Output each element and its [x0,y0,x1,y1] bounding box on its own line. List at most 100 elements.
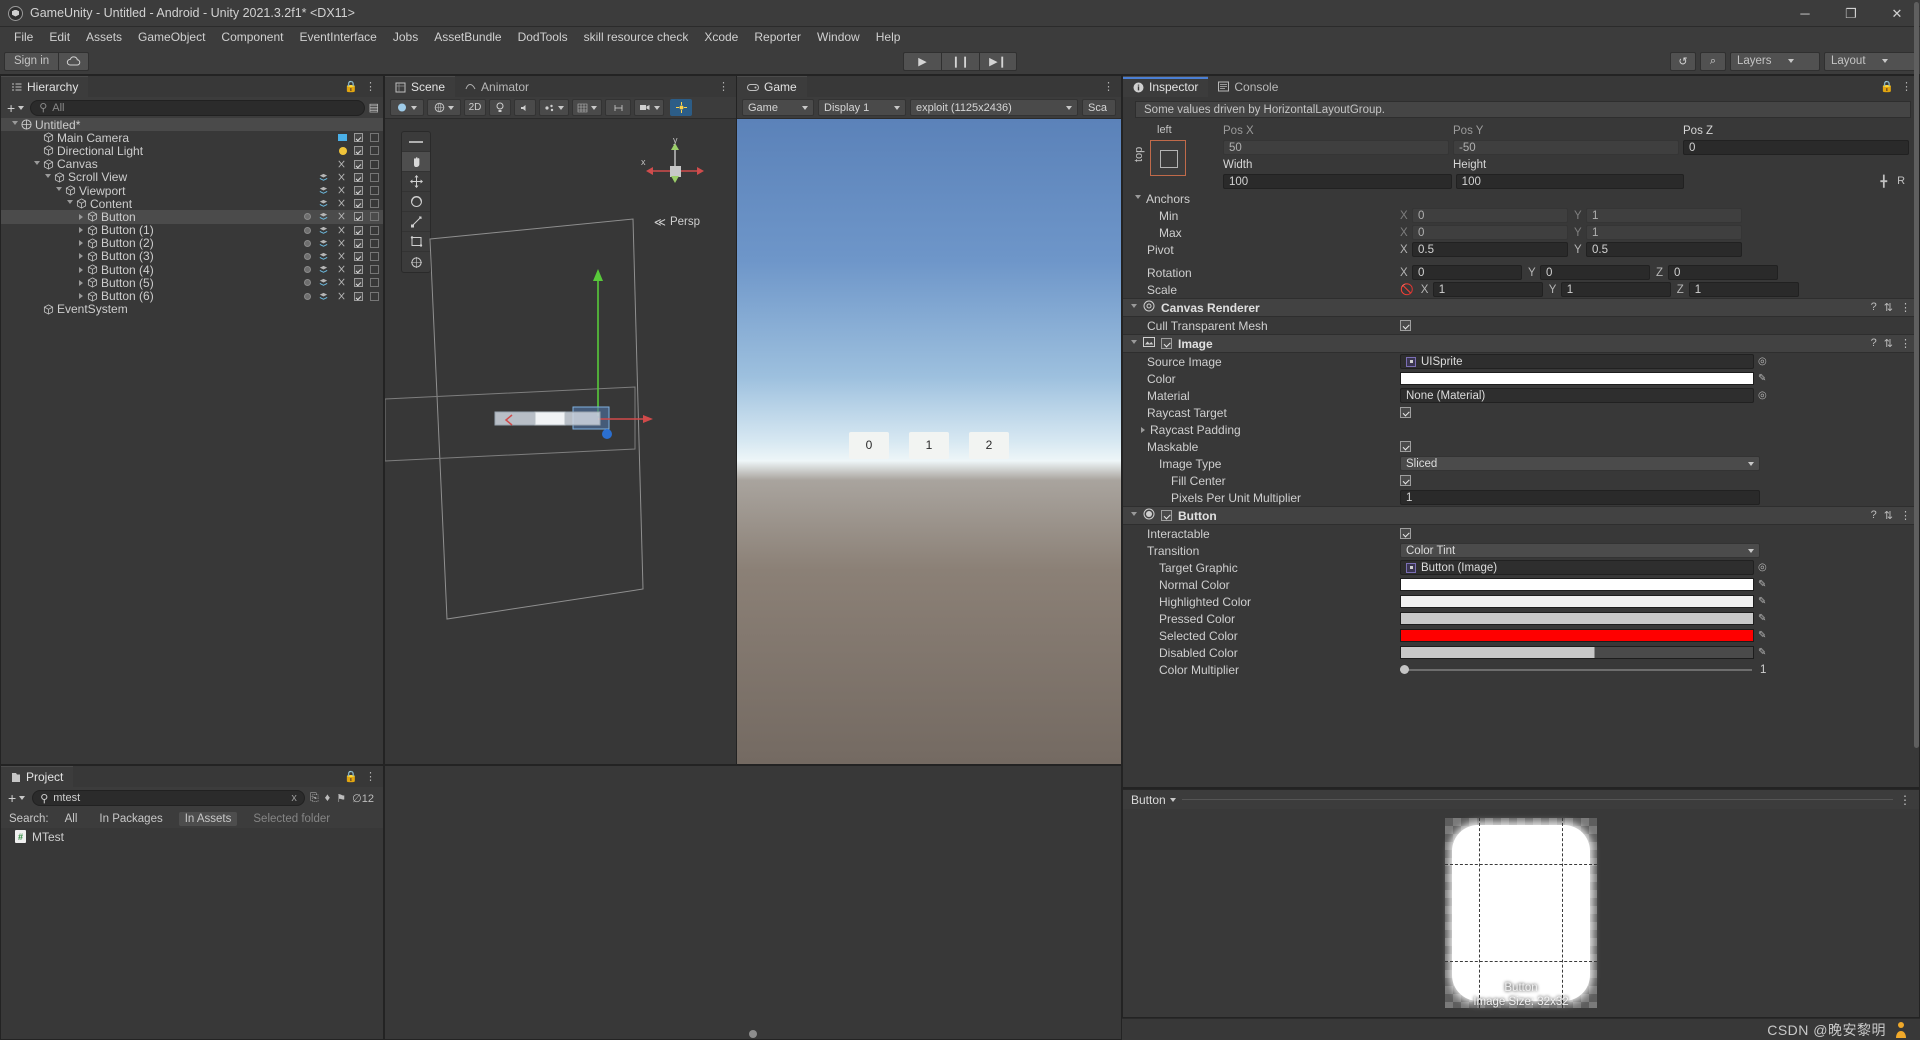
tab-animator[interactable]: Animator [455,76,540,97]
scroll-thumb[interactable] [749,1029,757,1038]
blueprint-mode-icon[interactable]: ╋ [1880,175,1887,188]
scale-slider-label[interactable]: Sca [1082,99,1116,116]
target-graphic-field[interactable]: Button (Image) [1400,560,1754,575]
clear-search-icon[interactable]: x [291,792,297,804]
anchor-min-x-field[interactable]: 0 [1412,208,1568,223]
hierarchy-options-icon[interactable]: ▤ [369,101,379,114]
chevron-down-icon[interactable] [53,187,65,194]
hierarchy-item-button-6[interactable]: Button (6) [1,289,383,303]
hierarchy-search-input[interactable]: ⚲ All [30,99,365,116]
preset-icon[interactable]: ⇅ [1884,301,1893,314]
help-icon[interactable]: ? [1871,301,1877,314]
pickability-toggle[interactable] [370,278,379,288]
help-icon[interactable]: ? [1871,509,1877,522]
image-enabled-checkbox[interactable] [1161,338,1172,349]
anchor-max-x-field[interactable]: 0 [1412,225,1568,240]
pickability-toggle[interactable] [370,225,379,235]
filter-all[interactable]: All [59,812,84,826]
menu-reporter[interactable]: Reporter [746,27,809,48]
panel-menu-icon[interactable]: ⋮ [1103,80,1114,93]
type-filter-icon[interactable]: ♦ [325,792,331,804]
transition-dropdown[interactable]: Color Tint [1400,543,1760,558]
menu-jobs[interactable]: Jobs [385,27,426,48]
inspector-scrollbar[interactable] [1914,2,1919,1038]
help-icon[interactable]: ? [1871,337,1877,350]
horizontal-scroll-handle[interactable] [385,1028,1121,1039]
preview-object-dropdown[interactable]: Button [1131,793,1176,807]
raycast-target-checkbox[interactable] [1400,407,1411,418]
hierarchy-item-scroll-view[interactable]: Scroll View [1,170,383,184]
pos-z-field[interactable]: 0 [1683,140,1909,155]
menu-skill-resource-check[interactable]: skill resource check [576,27,697,48]
layout-dropdown[interactable]: Layout [1824,51,1916,71]
pressed-color-swatch[interactable] [1400,612,1754,625]
anchor-preset-button[interactable] [1150,140,1186,176]
image-material-field[interactable]: None (Material) [1400,388,1754,403]
color-multiplier-slider[interactable]: 1 [1400,664,1800,676]
fill-center-checkbox[interactable] [1400,475,1411,486]
pickability-toggle[interactable] [370,265,379,275]
object-picker-icon[interactable]: ◎ [1758,562,1767,573]
tab-scene[interactable]: Scene [385,76,456,97]
slider-track[interactable] [1400,665,1752,674]
object-picker-icon[interactable]: ◎ [1758,356,1767,367]
pause-button[interactable]: ❙❙ [941,51,979,71]
display-dropdown[interactable]: Display 1 [818,99,906,116]
hierarchy-item-canvas[interactable]: Canvas [1,157,383,171]
list-item[interactable]: # MTest [1,828,383,845]
label-filter-icon[interactable]: ⚑ [336,792,346,805]
color-multiplier-value[interactable]: 1 [1760,664,1800,676]
object-picker-icon[interactable]: ◎ [1758,390,1767,401]
menu-assets[interactable]: Assets [78,27,130,48]
rotation-x-field[interactable]: 0 [1412,265,1522,280]
anchors-foldout[interactable]: Anchors [1123,190,1919,207]
maximize-button[interactable]: ❐ [1828,0,1874,27]
chevron-down-icon[interactable] [42,173,54,181]
menu-xcode[interactable]: Xcode [696,27,746,48]
scale-link-off-icon[interactable]: 🚫 [1400,283,1414,296]
preset-icon[interactable]: ⇅ [1884,337,1893,350]
tab-project[interactable]: Project [1,766,74,787]
chevron-right-icon[interactable] [75,240,87,247]
step-button[interactable]: ▶❙ [979,51,1017,71]
undo-history-icon[interactable]: ↺ [1670,51,1696,71]
highlighted-color-swatch[interactable] [1400,595,1754,608]
scene-lighting-toggle[interactable] [489,99,511,116]
scale-z-field[interactable]: 1 [1688,282,1799,297]
hierarchy-item-eventsystem[interactable]: EventSystem [1,302,383,316]
chevron-right-icon[interactable] [75,213,87,220]
visibility-checkbox[interactable] [354,199,363,209]
scene-snap-button[interactable] [605,99,631,116]
hierarchy-item-viewport[interactable]: Viewport [1,184,383,198]
eyedropper-icon[interactable]: ✎ [1758,596,1766,607]
menu-assetbundle[interactable]: AssetBundle [426,27,509,48]
image-type-dropdown[interactable]: Sliced [1400,456,1760,471]
filter-selected-folder[interactable]: Selected folder [247,812,336,826]
component-menu-icon[interactable]: ⋮ [1900,509,1911,522]
game-aspect-dropdown[interactable]: Game [742,99,814,116]
layers-dropdown[interactable]: Layers [1730,51,1820,71]
scene-viewport[interactable]: y x ≪ Persp [385,119,736,764]
tab-hierarchy[interactable]: Hierarchy [1,76,89,97]
visibility-checkbox[interactable] [354,251,363,261]
pickability-toggle[interactable] [370,212,379,222]
panel-menu-icon[interactable]: ⋮ [718,80,729,93]
pickability-toggle[interactable] [370,238,379,248]
hierarchy-item-directional-light[interactable]: Directional Light [1,144,383,158]
hierarchy-item-main-camera[interactable]: Main Camera [1,131,383,145]
chevron-down-icon[interactable] [31,160,43,168]
hierarchy-item-button-1[interactable]: Button (1) [1,223,383,237]
cull-transparent-mesh-checkbox[interactable] [1400,320,1411,331]
pivot-x-field[interactable]: 0.5 [1412,242,1568,257]
hierarchy-item-button-2[interactable]: Button (2) [1,236,383,250]
chevron-right-icon[interactable] [75,293,87,300]
visibility-checkbox[interactable] [354,278,363,288]
game-ui-button-1[interactable]: 1 [909,431,949,459]
scene-camera-dropdown[interactable] [634,99,664,116]
chevron-down-icon[interactable] [9,121,21,128]
visibility-checkbox[interactable] [354,225,363,235]
lock-icon[interactable]: 🔒 [1880,80,1894,93]
chevron-down-icon[interactable] [64,200,76,207]
visibility-checkbox[interactable] [354,265,363,275]
visibility-checkbox[interactable] [354,291,363,301]
